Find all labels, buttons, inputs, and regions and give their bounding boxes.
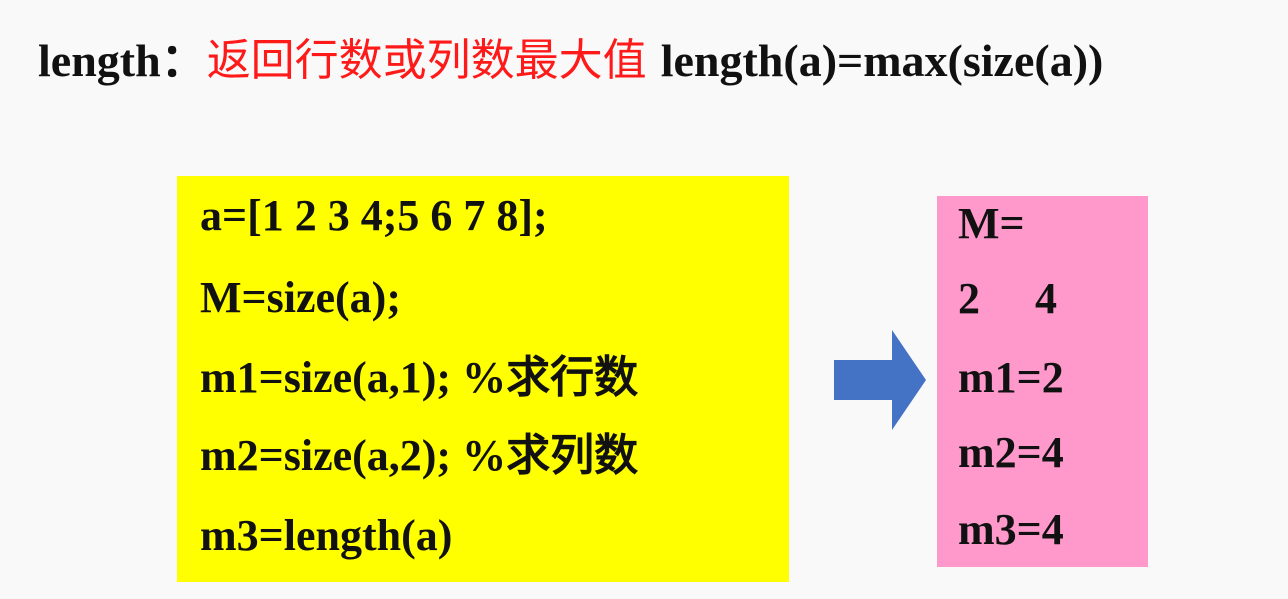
result-line: 2 4 bbox=[958, 274, 1057, 323]
result-panel: M= 2 4 m1=2 m2=4 m3=4 bbox=[937, 196, 1148, 567]
code-line: m3=length(a) bbox=[200, 506, 452, 566]
title-description: 返回行数或列数最大值 bbox=[206, 35, 647, 86]
arrow-shape bbox=[834, 330, 926, 430]
title-formula: length(a)=max(size(a)) bbox=[660, 35, 1104, 86]
code-text: a=[1 2 3 4;5 6 7 8]; bbox=[200, 191, 548, 240]
code-line: m2=size(a,2); % 求列数 bbox=[200, 426, 638, 486]
code-line: m1=size(a,1); % 求行数 bbox=[200, 348, 638, 408]
result-line: M= bbox=[958, 199, 1025, 248]
right-arrow-icon bbox=[834, 330, 926, 430]
title-term: length： bbox=[38, 35, 207, 86]
slide-title: length： 返回行数或列数最大值 length(a)=max(size(a)… bbox=[38, 26, 1103, 96]
code-line: a=[1 2 3 4;5 6 7 8]; bbox=[200, 186, 548, 246]
code-text: m2=size(a,2); % bbox=[200, 431, 507, 480]
code-text: m3=length(a) bbox=[200, 511, 453, 560]
result-line: m3=4 bbox=[958, 505, 1064, 554]
result-line: m2=4 bbox=[958, 428, 1064, 477]
result-line: m1=2 bbox=[958, 353, 1064, 402]
code-comment: 求行数 bbox=[506, 352, 639, 403]
code-comment: 求列数 bbox=[506, 430, 639, 481]
code-line: M=size(a); bbox=[200, 268, 401, 328]
code-text: m1=size(a,1); % bbox=[200, 353, 507, 402]
code-text: M=size(a); bbox=[200, 273, 401, 322]
code-panel: a=[1 2 3 4;5 6 7 8]; M=size(a); m1=size(… bbox=[177, 176, 789, 582]
